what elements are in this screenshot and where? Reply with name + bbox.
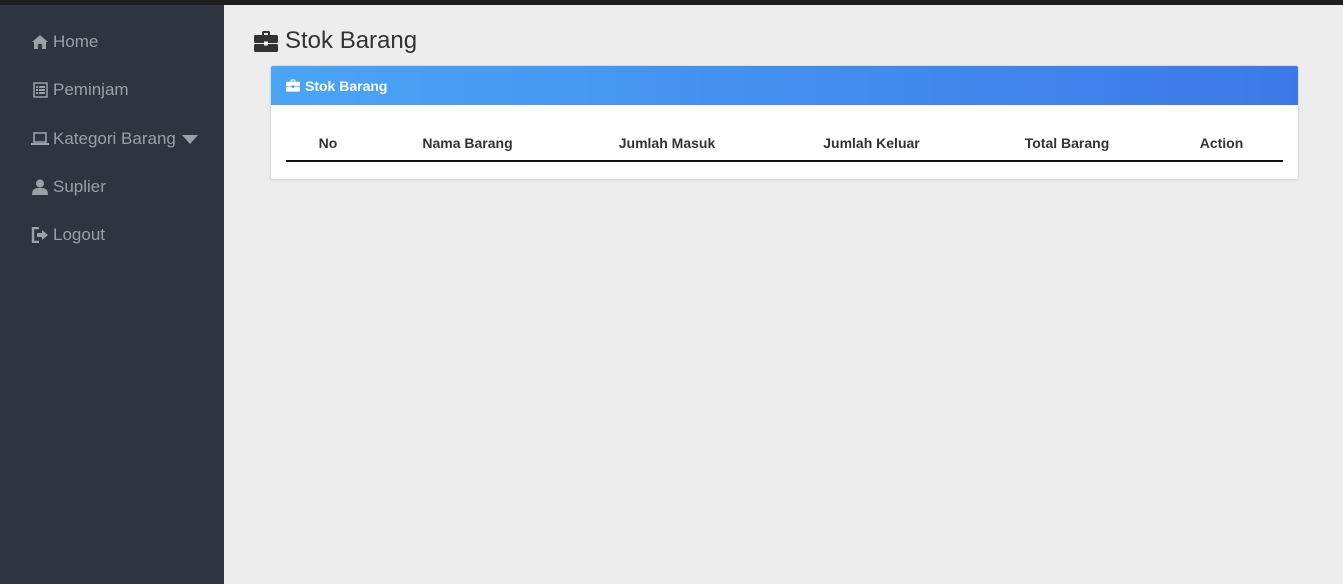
column-header-action[interactable]: Action xyxy=(1160,126,1283,162)
column-header-nama-barang[interactable]: Nama Barang xyxy=(370,126,565,162)
sidebar-item-logout[interactable]: Logout xyxy=(31,223,105,247)
page-title: Stok Barang xyxy=(254,25,417,57)
table-header-row: No Nama Barang Jumlah Masuk Jumlah Kelua… xyxy=(286,126,1283,162)
sidebar-item-label: Suplier xyxy=(53,177,106,196)
sidebar-item-label: Kategori Barang xyxy=(53,129,176,148)
sidebar-item-suplier[interactable]: Suplier xyxy=(31,175,106,199)
panel-header: Stok Barang xyxy=(271,66,1298,105)
sidebar-item-peminjam[interactable]: Peminjam xyxy=(31,78,129,102)
sidebar-item-label: Peminjam xyxy=(53,80,129,99)
column-header-jumlah-keluar[interactable]: Jumlah Keluar xyxy=(769,126,974,162)
laptop-icon xyxy=(31,130,49,148)
column-header-jumlah-masuk[interactable]: Jumlah Masuk xyxy=(565,126,769,162)
user-icon xyxy=(31,178,49,196)
column-header-no[interactable]: No xyxy=(286,126,370,162)
main-content: Stok Barang Stok Barang No Nama Barang J… xyxy=(224,5,1343,584)
page-title-text: Stok Barang xyxy=(285,27,418,54)
sidebar: Home Peminjam Kategori Barang Suplier Lo… xyxy=(0,5,224,584)
caret-down-icon xyxy=(181,134,198,144)
sidebar-item-kategori-barang[interactable]: Kategori Barang xyxy=(31,127,198,151)
briefcase-icon xyxy=(254,30,278,52)
home-icon xyxy=(31,33,49,51)
column-header-total-barang[interactable]: Total Barang xyxy=(974,126,1160,162)
panel-title: Stok Barang xyxy=(305,77,388,94)
stok-table: No Nama Barang Jumlah Masuk Jumlah Kelua… xyxy=(286,126,1283,162)
logout-icon xyxy=(31,226,49,244)
stok-barang-panel: Stok Barang No Nama Barang Jumlah Masuk … xyxy=(270,65,1299,180)
sidebar-item-label: Logout xyxy=(53,225,105,244)
sidebar-item-home[interactable]: Home xyxy=(31,30,98,54)
sidebar-item-label: Home xyxy=(53,32,99,51)
briefcase-icon xyxy=(286,79,300,92)
list-icon xyxy=(31,81,49,99)
